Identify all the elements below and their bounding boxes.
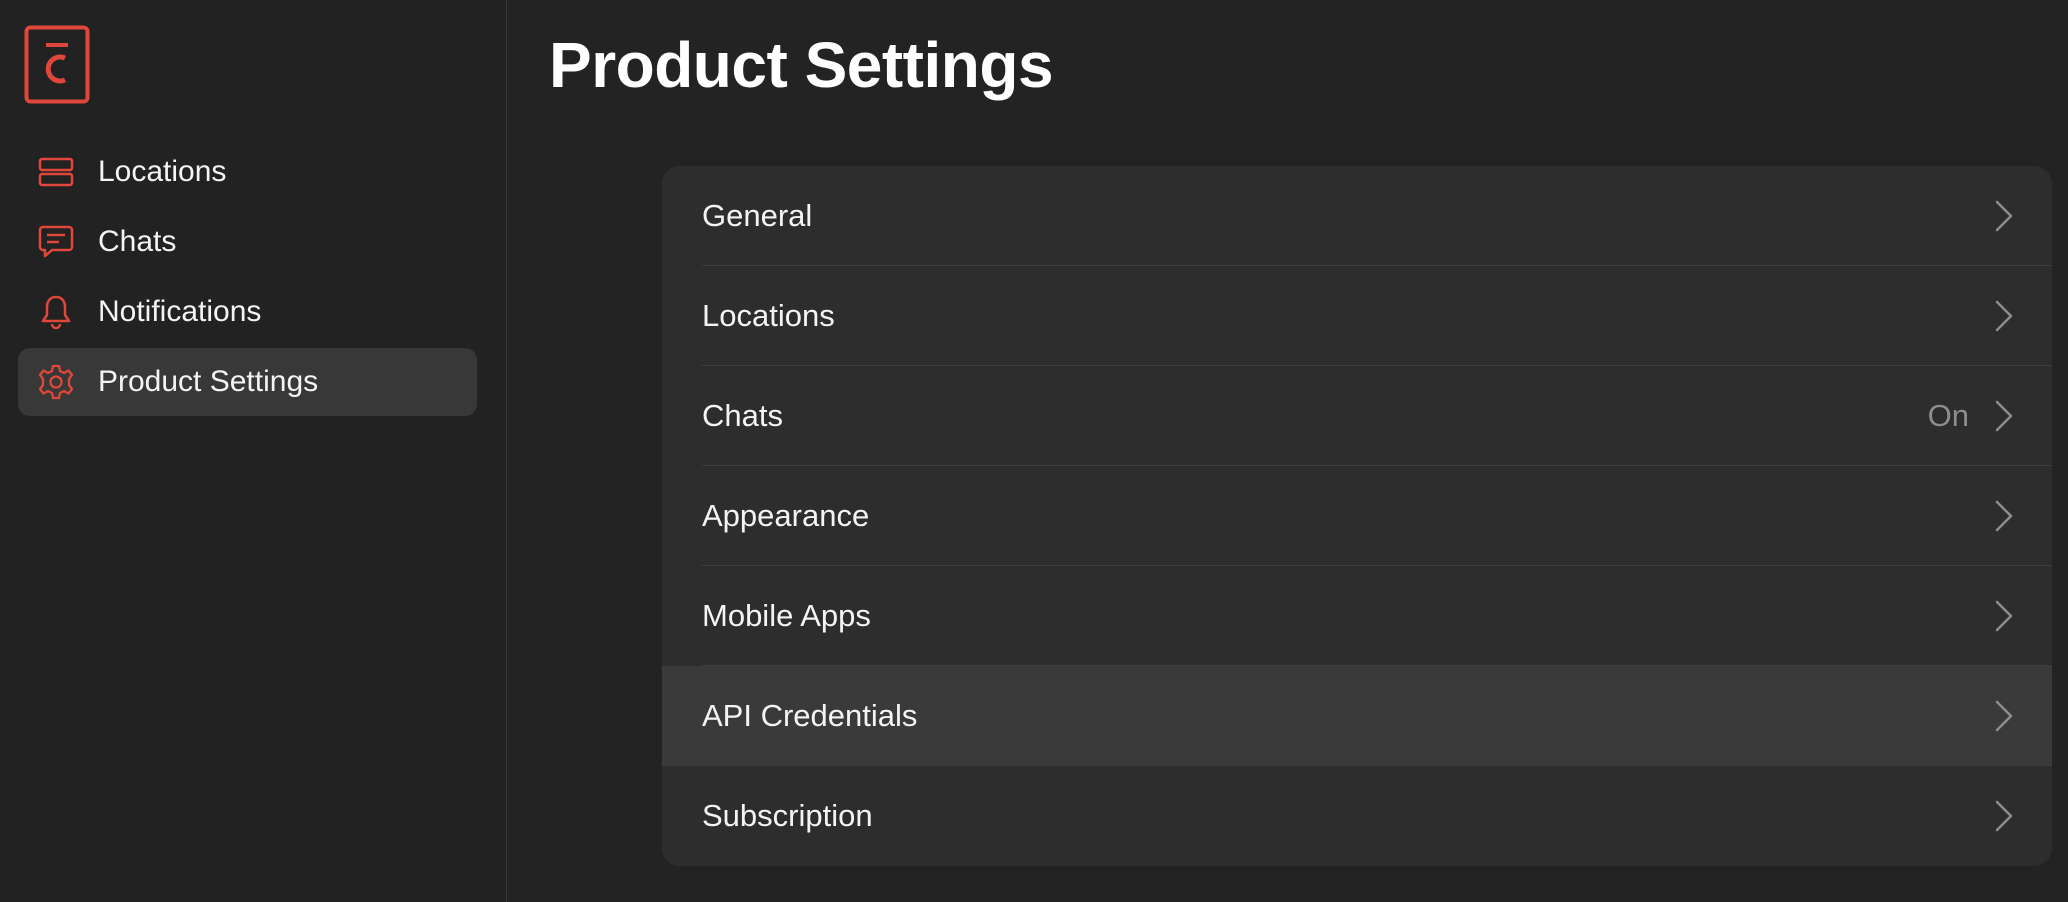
- settings-row-label: Appearance: [702, 498, 870, 533]
- chevron-right-icon: [1995, 500, 2013, 532]
- sidebar-item-label: Notifications: [98, 295, 262, 328]
- chevron-right-icon: [1995, 400, 2013, 432]
- sidebar-item-label: Chats: [98, 225, 177, 258]
- page-title: Product Settings: [549, 29, 1054, 101]
- sidebar-item-notifications[interactable]: Notifications: [18, 278, 477, 346]
- sidebar-item-label: Locations: [98, 155, 227, 188]
- settings-row-value: On: [1927, 398, 1969, 433]
- chevron-right-icon: [1995, 700, 2013, 732]
- settings-row-label: Subscription: [702, 798, 873, 833]
- settings-row-label: General: [702, 198, 813, 233]
- app-logo-icon[interactable]: [24, 25, 90, 104]
- settings-row-mobile-apps[interactable]: Mobile Apps: [662, 566, 2052, 666]
- settings-list: General Locations Chats On Appearance Mo…: [662, 166, 2052, 866]
- settings-row-label: Locations: [702, 298, 835, 333]
- locations-icon: [38, 154, 74, 190]
- chevron-right-icon: [1995, 200, 2013, 232]
- settings-row-label: Mobile Apps: [702, 598, 871, 633]
- main-content: Product Settings General Locations Chats…: [507, 0, 2068, 902]
- settings-row-locations[interactable]: Locations: [662, 266, 2052, 366]
- bell-icon: [38, 294, 74, 330]
- settings-row-subscription[interactable]: Subscription: [662, 766, 2052, 866]
- sidebar: Locations Chats Notifications Product Se…: [0, 0, 507, 902]
- sidebar-nav: Locations Chats Notifications Product Se…: [18, 138, 477, 418]
- chat-bubble-icon: [38, 224, 74, 260]
- chevron-right-icon: [1995, 800, 2013, 832]
- settings-row-chats[interactable]: Chats On: [662, 366, 2052, 466]
- settings-row-label: Chats: [702, 398, 783, 433]
- settings-row-general[interactable]: General: [662, 166, 2052, 266]
- sidebar-item-product-settings[interactable]: Product Settings: [18, 348, 477, 416]
- sidebar-item-chats[interactable]: Chats: [18, 208, 477, 276]
- chevron-right-icon: [1995, 600, 2013, 632]
- settings-row-label: API Credentials: [702, 698, 918, 733]
- settings-row-api-credentials[interactable]: API Credentials: [662, 666, 2052, 766]
- gear-icon: [38, 364, 74, 400]
- sidebar-item-label: Product Settings: [98, 365, 319, 398]
- app-window: Locations Chats Notifications Product Se…: [0, 0, 2068, 902]
- sidebar-item-locations[interactable]: Locations: [18, 138, 477, 206]
- chevron-right-icon: [1995, 300, 2013, 332]
- settings-row-appearance[interactable]: Appearance: [662, 466, 2052, 566]
